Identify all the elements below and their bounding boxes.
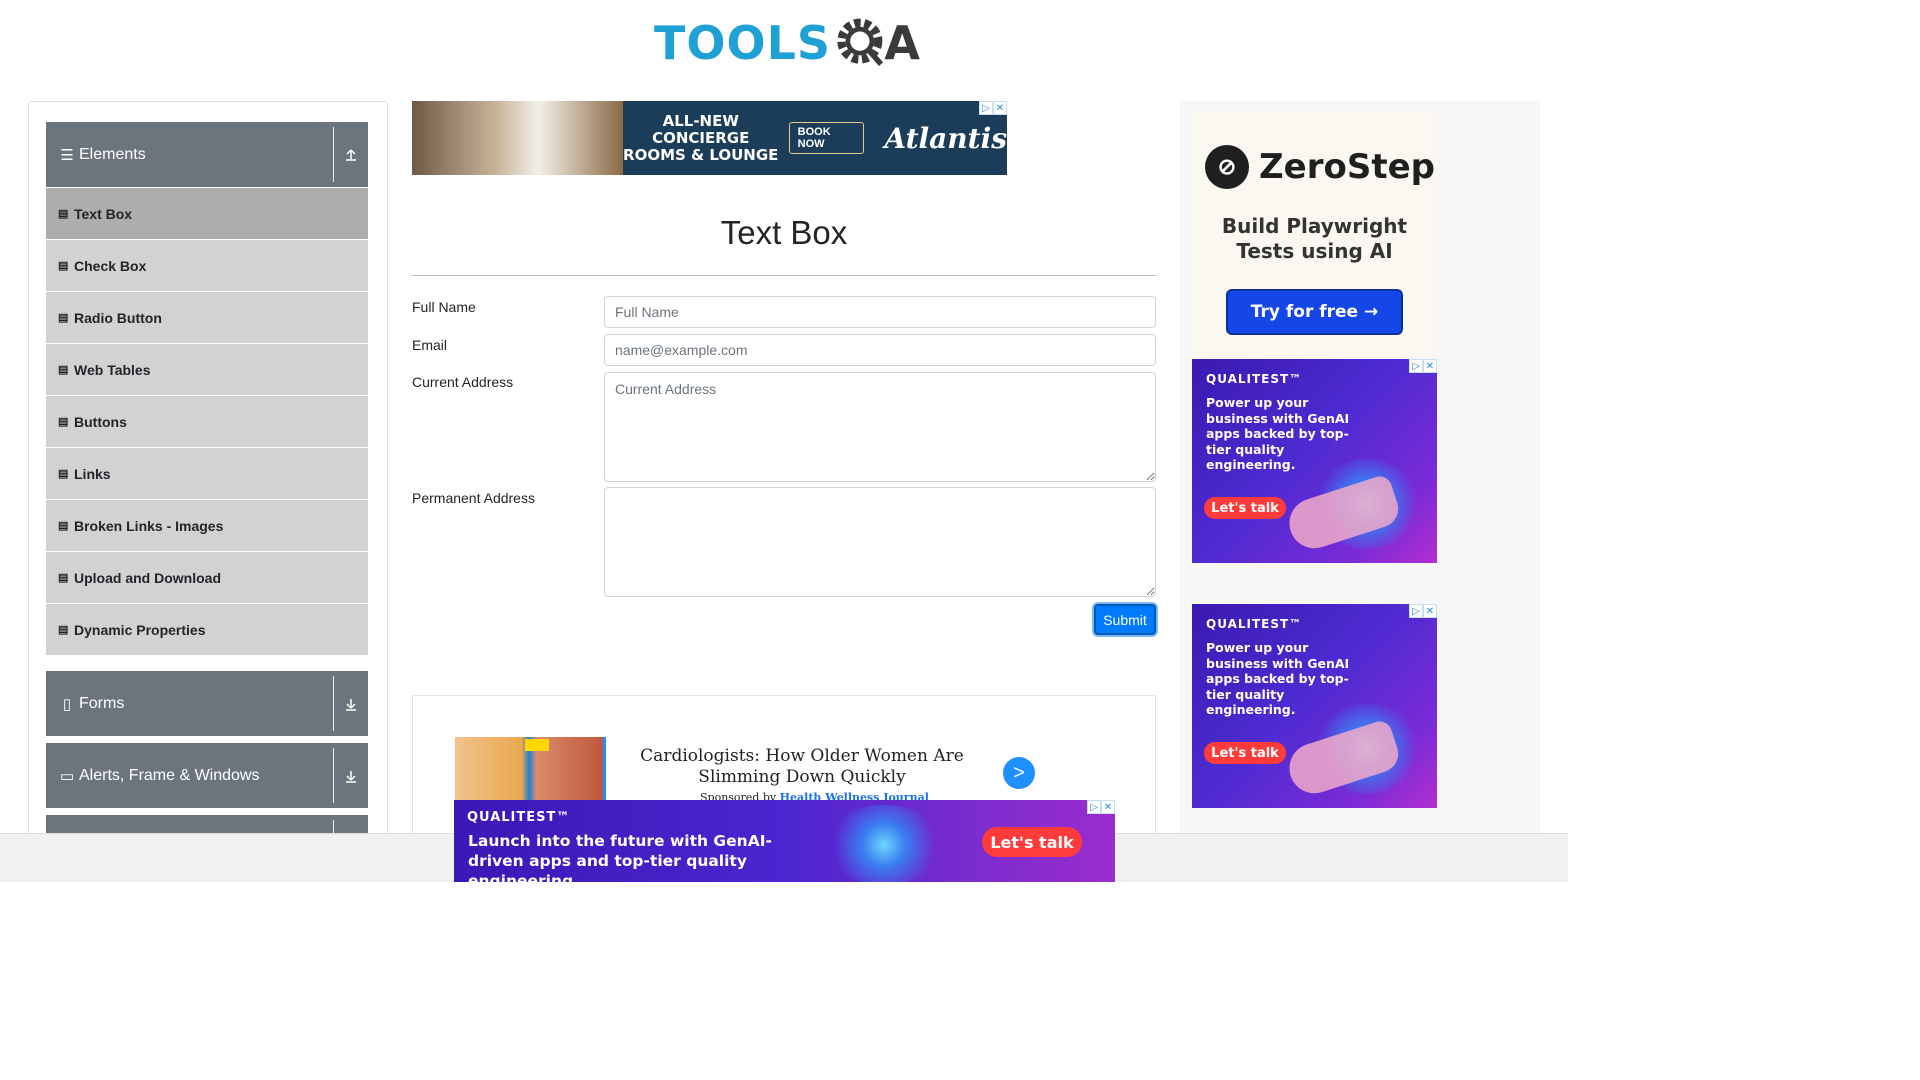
- qualitest-copy: Power up your business with GenAI apps b…: [1206, 395, 1350, 472]
- list-icon: ▤: [58, 208, 69, 220]
- sidebar-item-web-tables[interactable]: ▤ Web Tables: [46, 344, 368, 395]
- document-icon: ▯: [62, 695, 72, 713]
- qualitest-copy: Power up your business with GenAI apps b…: [1206, 640, 1350, 717]
- sidebar-item-upload-download[interactable]: ▤ Upload and Download: [46, 552, 368, 603]
- sidebar-item-text-box[interactable]: ▤ Text Box: [46, 188, 368, 239]
- sidebar-item-radio-button[interactable]: ▤ Radio Button: [46, 292, 368, 343]
- qualitest-brand: QUALITEST™: [467, 810, 571, 825]
- page-title: Text Box: [720, 214, 848, 251]
- qualitest-ad-2[interactable]: QUALITEST™ Power up your business with G…: [1192, 604, 1437, 808]
- sidebar-item-label: Broken Links - Images: [74, 517, 224, 534]
- list-icon: ▤: [58, 364, 69, 376]
- adchoices-icon[interactable]: ▷: [979, 101, 993, 115]
- group-forms[interactable]: ▯ Forms: [46, 671, 368, 736]
- sidebar-item-label: Radio Button: [74, 309, 162, 326]
- page: TOOLS A ☰ Elements ▤ Text Box ▤ Check Bo…: [0, 0, 1568, 882]
- qualitest-brand: QUALITEST™: [1206, 372, 1303, 386]
- toolsqa-logo[interactable]: TOOLS A: [654, 12, 920, 74]
- ad-brand: Atlantis: [884, 121, 1007, 155]
- sidebar-item-label: Dynamic Properties: [74, 621, 206, 638]
- adchoices-icon[interactable]: ▷: [1087, 800, 1101, 814]
- zerostep-logo-icon: ⊘: [1205, 145, 1249, 189]
- permanent-address-label: Permanent Address: [412, 490, 535, 506]
- list-icon: ▤: [58, 520, 69, 532]
- sidebar-item-dynamic-properties[interactable]: ▤ Dynamic Properties: [46, 604, 368, 655]
- arrow-icon: [525, 739, 549, 751]
- sponsored-image[interactable]: [455, 737, 606, 807]
- email-label: Email: [412, 337, 448, 353]
- close-icon[interactable]: ✕: [1101, 800, 1115, 814]
- submit-button[interactable]: Submit: [1094, 604, 1156, 635]
- permanent-address-textarea[interactable]: [604, 487, 1156, 597]
- close-icon[interactable]: ✕: [1423, 604, 1437, 618]
- sidebar-item-label: Buttons: [74, 413, 127, 430]
- robot-illustration: [824, 805, 944, 882]
- list-icon: ▤: [58, 260, 69, 272]
- expand-down-icon[interactable]: [334, 743, 368, 808]
- sponsored-next-button[interactable]: >: [1003, 757, 1035, 789]
- qualitest-brand: QUALITEST™: [1206, 617, 1303, 631]
- sponsored-title[interactable]: Cardiologists: How Older Women Are Slimm…: [634, 746, 970, 788]
- logo-text-tools: TOOLS: [654, 16, 832, 70]
- adchoices-icon[interactable]: ▷: [1409, 604, 1423, 618]
- current-address-label: Current Address: [412, 374, 514, 390]
- hamburger-icon: ☰: [60, 146, 74, 164]
- sidebar-item-buttons[interactable]: ▤ Buttons: [46, 396, 368, 447]
- zerostep-brand: ZeroStep: [1259, 147, 1435, 187]
- title-divider: [412, 275, 1156, 276]
- full-name-input[interactable]: [604, 296, 1156, 328]
- left-panel: ☰ Elements ▤ Text Box ▤ Check Box ▤ Radi…: [28, 101, 388, 861]
- book-now-button[interactable]: BOOK NOW: [788, 122, 865, 154]
- list-icon: ▤: [58, 624, 69, 636]
- sidebar-item-label: Upload and Download: [74, 569, 221, 586]
- email-input[interactable]: [604, 334, 1156, 366]
- qualitest-ad-1[interactable]: QUALITEST™ Power up your business with G…: [1192, 359, 1437, 563]
- lets-talk-button[interactable]: Let's talk: [982, 827, 1082, 857]
- top-ad-banner[interactable]: ALL-NEW CONCIERGE ROOMS & LOUNGE BOOK NO…: [412, 101, 1007, 175]
- close-icon[interactable]: ✕: [1423, 359, 1437, 373]
- ad-headline: ALL-NEW CONCIERGE ROOMS & LOUNGE: [623, 111, 779, 164]
- logo-text-a: A: [884, 16, 920, 70]
- list-icon: ▤: [58, 468, 69, 480]
- adchoices-icon[interactable]: ▷: [1409, 359, 1423, 373]
- list-icon: ▤: [58, 572, 69, 584]
- adchoices[interactable]: ▷ ✕: [979, 101, 1007, 115]
- bottom-banner-copy: Launch into the future with GenAI-driven…: [468, 832, 772, 882]
- current-address-textarea[interactable]: [604, 372, 1156, 482]
- zerostep-subtitle: Build Playwright Tests using AI: [1221, 214, 1408, 263]
- bottom-ad-banner[interactable]: QUALITEST™ Launch into the future with G…: [454, 800, 1115, 882]
- group-label: Forms: [79, 694, 125, 712]
- sidebar-item-label: Web Tables: [74, 361, 151, 378]
- list-icon: ▤: [58, 312, 69, 324]
- close-icon[interactable]: ✕: [993, 101, 1007, 115]
- sidebar-item-label: Text Box: [74, 205, 133, 222]
- group-alerts-frame-windows[interactable]: ▭ Alerts, Frame & Windows: [46, 743, 368, 808]
- sidebar-item-check-box[interactable]: ▤ Check Box: [46, 240, 368, 291]
- lets-talk-button[interactable]: Let's talk: [1204, 742, 1286, 764]
- zerostep-logo: ⊘ ZeroStep: [1205, 145, 1435, 189]
- gear-icon: [837, 18, 884, 66]
- group-label: Elements: [79, 145, 146, 163]
- full-name-label: Full Name: [412, 299, 476, 315]
- sidebar-item-label: Links: [74, 465, 111, 482]
- group-label: Alerts, Frame & Windows: [79, 766, 260, 784]
- window-icon: ▭: [60, 767, 75, 785]
- lets-talk-button[interactable]: Let's talk: [1204, 497, 1286, 519]
- adchoices[interactable]: ▷ ✕: [1409, 604, 1437, 618]
- sidebar-item-broken-links[interactable]: ▤ Broken Links - Images: [46, 500, 368, 551]
- collapse-up-icon[interactable]: [334, 122, 368, 187]
- adchoices[interactable]: ▷ ✕: [1409, 359, 1437, 373]
- sidebar-item-links[interactable]: ▤ Links: [46, 448, 368, 499]
- expand-down-icon[interactable]: [334, 671, 368, 736]
- group-elements[interactable]: ☰ Elements: [46, 122, 368, 187]
- ad-photo: [412, 101, 623, 175]
- sidebar-item-label: Check Box: [74, 257, 147, 274]
- try-for-free-button[interactable]: Try for free →: [1226, 289, 1403, 335]
- list-icon: ▤: [58, 416, 69, 428]
- adchoices[interactable]: ▷ ✕: [1087, 800, 1115, 814]
- zerostep-ad[interactable]: ⊘ ZeroStep Build Playwright Tests using …: [1192, 112, 1437, 357]
